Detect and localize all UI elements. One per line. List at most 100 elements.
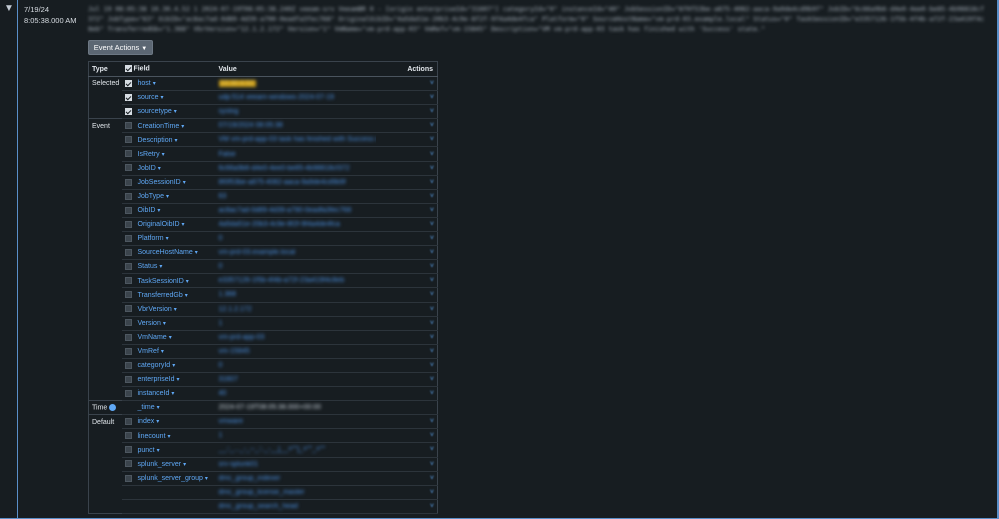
field-name-link[interactable]: host ▾ [138, 80, 156, 87]
row-value[interactable]: __::_..._-_--_::._-__[__=""]_=""_="" [215, 442, 376, 458]
row-value[interactable]: 31607 [215, 372, 376, 388]
row-value[interactable]: vm-prd-app-03 [215, 330, 376, 345]
actions-dropdown-icon[interactable]: ˅ [430, 446, 434, 453]
actions-dropdown-icon[interactable]: ˅ [430, 108, 434, 115]
actions-dropdown-icon[interactable]: ˅ [430, 461, 434, 468]
field-select-checkbox[interactable] [124, 263, 132, 271]
actions-dropdown-icon[interactable]: ˅ [430, 151, 434, 158]
field-name-link[interactable]: CreationTime ▾ [138, 123, 185, 130]
field-select-checkbox[interactable] [124, 333, 132, 341]
row-value[interactable]: vmware [215, 414, 376, 430]
field-select-checkbox[interactable] [124, 93, 132, 101]
row-value[interactable]: 0 [215, 358, 376, 373]
actions-dropdown-icon[interactable]: ˅ [430, 320, 434, 327]
actions-dropdown-icon[interactable]: ˅ [430, 122, 434, 129]
field-select-checkbox[interactable] [124, 418, 132, 426]
field-name-link[interactable]: _time ▾ [138, 404, 160, 411]
field-select-checkbox[interactable] [124, 277, 132, 285]
actions-dropdown-icon[interactable]: ˅ [430, 432, 434, 439]
actions-dropdown-icon[interactable]: ˅ [430, 348, 434, 355]
chevron-down-icon[interactable]: ▼ [3, 4, 15, 14]
field-name-link[interactable]: splunk_server ▾ [138, 461, 187, 468]
field-name-link[interactable]: JobType ▾ [138, 193, 169, 200]
field-select-checkbox[interactable] [124, 347, 132, 355]
row-value[interactable]: vm-15845 [215, 344, 376, 359]
actions-dropdown-icon[interactable]: ˅ [430, 235, 434, 242]
actions-dropdown-icon[interactable]: ˅ [430, 179, 434, 186]
row-value[interactable]: 0 [215, 259, 376, 275]
field-name-link[interactable]: source ▾ [138, 94, 164, 101]
actions-dropdown-icon[interactable]: ˅ [430, 291, 434, 298]
field-select-checkbox[interactable] [124, 178, 132, 186]
field-select-checkbox[interactable] [124, 446, 132, 454]
field-name-link[interactable]: OibID ▾ [138, 207, 161, 214]
field-select-checkbox[interactable] [124, 192, 132, 200]
row-value[interactable]: srv-splunk01 [215, 457, 376, 472]
field-select-checkbox[interactable] [124, 206, 132, 214]
select-all-checkbox[interactable] [124, 65, 132, 73]
field-name-link[interactable]: linecount ▾ [138, 433, 171, 440]
field-select-checkbox[interactable] [124, 319, 132, 327]
field-name-link[interactable]: index ▾ [138, 418, 160, 425]
row-value[interactable]: dmc_group_indexer [215, 471, 376, 486]
row-value[interactable]: syslog [215, 104, 376, 120]
field-name-link[interactable]: Platform ▾ [138, 235, 169, 242]
row-value[interactable]: 07/19/2024 08:05:38 [215, 118, 376, 134]
field-name-link[interactable]: Version ▾ [138, 320, 166, 327]
field-name-link[interactable]: TransferredGb ▾ [138, 292, 188, 299]
field-select-checkbox[interactable] [124, 291, 132, 299]
field-select-checkbox[interactable] [124, 234, 132, 242]
row-value[interactable]: 0 [215, 231, 376, 247]
row-value[interactable]: 63 [215, 189, 376, 204]
actions-dropdown-icon[interactable]: ˅ [430, 165, 434, 172]
actions-dropdown-icon[interactable]: ˅ [430, 503, 434, 510]
field-name-link[interactable]: Description ▾ [138, 137, 178, 144]
row-value[interactable]: 12.1.2.172 [215, 302, 376, 317]
actions-dropdown-icon[interactable]: ˅ [430, 376, 434, 383]
field-select-checkbox[interactable] [124, 150, 132, 158]
field-select-checkbox[interactable] [124, 375, 132, 383]
field-name-link[interactable]: splunk_server_group ▾ [138, 475, 208, 482]
actions-dropdown-icon[interactable]: ˅ [430, 277, 434, 284]
field-select-checkbox[interactable] [124, 361, 132, 369]
field-select-checkbox[interactable] [124, 136, 132, 144]
actions-dropdown-icon[interactable]: ˅ [430, 362, 434, 369]
field-name-link[interactable]: punct ▾ [138, 447, 160, 454]
field-select-checkbox[interactable] [124, 249, 132, 256]
row-value[interactable]: 40 [215, 386, 376, 402]
actions-dropdown-icon[interactable]: ˅ [430, 306, 434, 313]
row-value[interactable]: 6c66a9b6-d4e0-4ee0-be85-4b98818cf372 [215, 161, 376, 176]
time-info-icon[interactable] [109, 404, 117, 412]
field-select-checkbox[interactable] [124, 79, 132, 87]
row-value[interactable]: VM vm-prd-app-03 task has finished with … [215, 132, 376, 148]
actions-dropdown-icon[interactable]: ˅ [430, 390, 434, 397]
row-value[interactable]: dmc_group_search_head [215, 499, 376, 514]
row-value[interactable]: False [215, 146, 376, 162]
actions-dropdown-icon[interactable]: ˅ [430, 94, 434, 101]
actions-dropdown-icon[interactable]: ˅ [430, 207, 434, 214]
field-name-link[interactable]: IsRetry ▾ [138, 151, 165, 158]
field-select-checkbox[interactable] [124, 108, 132, 116]
actions-dropdown-icon[interactable]: ˅ [430, 136, 434, 143]
field-select-checkbox[interactable] [124, 460, 132, 468]
field-name-link[interactable]: OriginalOibID ▾ [138, 221, 185, 228]
field-name-link[interactable]: VmName ▾ [138, 334, 172, 341]
row-value[interactable]: dmc_group_license_master [215, 485, 376, 500]
actions-dropdown-icon[interactable]: ˅ [430, 475, 434, 482]
actions-dropdown-icon[interactable]: ˅ [430, 221, 434, 228]
field-select-checkbox[interactable] [124, 122, 132, 130]
row-value[interactable]: 10.30.4.52 [215, 76, 376, 92]
actions-dropdown-icon[interactable]: ˅ [430, 80, 434, 87]
row-value[interactable]: 1 [215, 428, 376, 444]
field-name-link[interactable]: JobID ▾ [138, 165, 161, 172]
field-name-link[interactable]: VbrVersion ▾ [138, 306, 177, 313]
field-name-link[interactable]: categoryId ▾ [138, 362, 176, 369]
row-value[interactable]: 4a5da51e-20b3-4c9e-8f2f-9f4a4de4fca [215, 217, 376, 233]
row-value[interactable]: ac8ac7ad-0d89-4d39-a790-0eadfa3fec768 [215, 203, 376, 218]
event-actions-button[interactable]: Event Actions ▼ [88, 40, 153, 55]
row-value[interactable]: 1 [215, 316, 376, 331]
actions-dropdown-icon[interactable]: ˅ [430, 418, 434, 425]
field-select-checkbox[interactable] [124, 305, 132, 313]
field-name-link[interactable]: JobSessionID ▾ [138, 179, 186, 186]
actions-dropdown-icon[interactable]: ˅ [430, 263, 434, 270]
